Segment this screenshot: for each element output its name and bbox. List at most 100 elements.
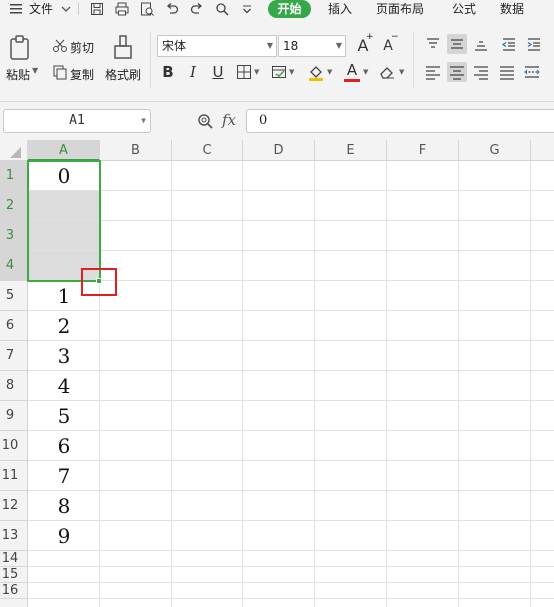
- column-header-g[interactable]: G: [459, 140, 531, 161]
- row-header-11[interactable]: 11: [0, 461, 28, 491]
- column-header-a[interactable]: A: [28, 140, 100, 161]
- select-all-corner[interactable]: [0, 140, 28, 161]
- row-header-2[interactable]: 2: [0, 191, 28, 221]
- row-header-12[interactable]: 12: [0, 491, 28, 521]
- grid-column-line: [314, 161, 315, 607]
- row-header-1[interactable]: 1: [0, 161, 28, 191]
- align-center-icon[interactable]: [447, 62, 467, 82]
- save-icon[interactable]: [89, 1, 105, 17]
- align-bottom-icon[interactable]: [471, 34, 491, 54]
- paste-button[interactable]: 粘贴: [6, 66, 30, 83]
- column-header-bar: ABCDEFG: [0, 140, 554, 161]
- print-preview-icon[interactable]: [139, 1, 155, 17]
- font-color-button[interactable]: A: [342, 60, 362, 80]
- font-size-select[interactable]: 18 ▼: [278, 35, 346, 57]
- hamburger-menu-icon[interactable]: [8, 1, 24, 17]
- grid-row-line: [28, 598, 554, 599]
- cell-a7[interactable]: 3: [28, 341, 100, 371]
- paste-icon[interactable]: [8, 34, 34, 62]
- find-icon[interactable]: [214, 1, 230, 17]
- cell-a6[interactable]: 2: [28, 311, 100, 341]
- row-header-8[interactable]: 8: [0, 371, 28, 401]
- column-header-b[interactable]: B: [100, 140, 172, 161]
- cell-a9[interactable]: 5: [28, 401, 100, 431]
- column-header-e[interactable]: E: [315, 140, 387, 161]
- chevron-down-icon[interactable]: ▼: [254, 68, 259, 76]
- cell-a10[interactable]: 6: [28, 431, 100, 461]
- chevron-down-icon[interactable]: [58, 1, 74, 17]
- cell-a8[interactable]: 4: [28, 371, 100, 401]
- grid-row-line: [28, 520, 554, 521]
- increase-indent-icon[interactable]: [524, 34, 544, 54]
- name-box[interactable]: A1 ▼: [3, 109, 151, 133]
- redo-icon[interactable]: [189, 1, 205, 17]
- underline-button[interactable]: U: [208, 62, 228, 82]
- print-icon[interactable]: [114, 1, 130, 17]
- chevron-down-icon[interactable]: ▼: [399, 68, 404, 76]
- format-painter-icon[interactable]: [112, 34, 134, 62]
- file-menu[interactable]: 文件: [29, 1, 53, 17]
- cell-a11[interactable]: 7: [28, 461, 100, 491]
- align-middle-icon[interactable]: [447, 34, 467, 54]
- grid-column-line: [458, 161, 459, 607]
- format-painter-button[interactable]: 格式刷: [105, 66, 141, 83]
- chevron-down-icon[interactable]: ▼: [327, 68, 332, 76]
- grid-column-line: [171, 161, 172, 607]
- column-header-d[interactable]: D: [243, 140, 315, 161]
- italic-button[interactable]: I: [183, 62, 203, 82]
- grid-row-line: [28, 250, 554, 251]
- cell-a14[interactable]: [28, 551, 100, 567]
- tab-data[interactable]: 数据: [500, 1, 524, 17]
- zoom-search-icon[interactable]: [196, 112, 214, 130]
- customize-toolbar-icon[interactable]: [239, 1, 255, 17]
- column-header-partial[interactable]: [531, 140, 554, 161]
- cut-button[interactable]: 剪切: [70, 39, 94, 56]
- align-top-icon[interactable]: [423, 34, 443, 54]
- row-header-16[interactable]: 16: [0, 583, 28, 599]
- row-header-6[interactable]: 6: [0, 311, 28, 341]
- justify-icon[interactable]: [497, 62, 517, 82]
- bold-button[interactable]: B: [158, 62, 178, 82]
- row-header-10[interactable]: 10: [0, 431, 28, 461]
- row-header-7[interactable]: 7: [0, 341, 28, 371]
- decrease-indent-icon[interactable]: [499, 34, 519, 54]
- align-right-icon[interactable]: [471, 62, 491, 82]
- copy-icon[interactable]: [52, 64, 68, 80]
- chevron-down-icon: ▼: [141, 116, 146, 125]
- row-header-14[interactable]: 14: [0, 551, 28, 567]
- cell-a12[interactable]: 8: [28, 491, 100, 521]
- tab-formulas[interactable]: 公式: [452, 1, 476, 17]
- column-header-c[interactable]: C: [172, 140, 243, 161]
- chevron-down-icon[interactable]: ▼: [363, 68, 368, 76]
- paste-dropdown-icon[interactable]: ▼: [32, 66, 38, 75]
- tab-insert[interactable]: 插入: [328, 1, 352, 17]
- row-header-5[interactable]: 5: [0, 281, 28, 311]
- insert-function-button[interactable]: fx: [222, 111, 236, 129]
- column-header-f[interactable]: F: [387, 140, 459, 161]
- fill-color-icon[interactable]: [307, 63, 325, 81]
- copy-button[interactable]: 复制: [70, 66, 94, 83]
- undo-icon[interactable]: [164, 1, 180, 17]
- row-header-9[interactable]: 9: [0, 401, 28, 431]
- row-header-4[interactable]: 4: [0, 251, 28, 281]
- row-header-13[interactable]: 13: [0, 521, 28, 551]
- chevron-down-icon[interactable]: ▼: [289, 68, 294, 76]
- scissors-icon[interactable]: [52, 38, 68, 54]
- align-left-icon[interactable]: [423, 62, 443, 82]
- distributed-align-icon[interactable]: [522, 62, 542, 82]
- borders-icon[interactable]: [236, 64, 252, 80]
- cell-a16[interactable]: [28, 583, 100, 599]
- formula-value: 0: [259, 113, 268, 128]
- tab-page-layout[interactable]: 页面布局: [376, 1, 424, 17]
- tab-home[interactable]: 开始: [268, 0, 311, 18]
- row-header-15[interactable]: 15: [0, 567, 28, 583]
- formula-input[interactable]: 0: [246, 109, 554, 133]
- cell-style-icon[interactable]: [271, 64, 287, 80]
- eraser-icon[interactable]: [379, 64, 396, 80]
- cell-a15[interactable]: [28, 567, 100, 583]
- font-name-select[interactable]: 宋体 ▼: [157, 35, 277, 57]
- fill-handle[interactable]: [96, 278, 102, 284]
- cell-a13[interactable]: 9: [28, 521, 100, 551]
- row-header-3[interactable]: 3: [0, 221, 28, 251]
- grid-row-line: [28, 460, 554, 461]
